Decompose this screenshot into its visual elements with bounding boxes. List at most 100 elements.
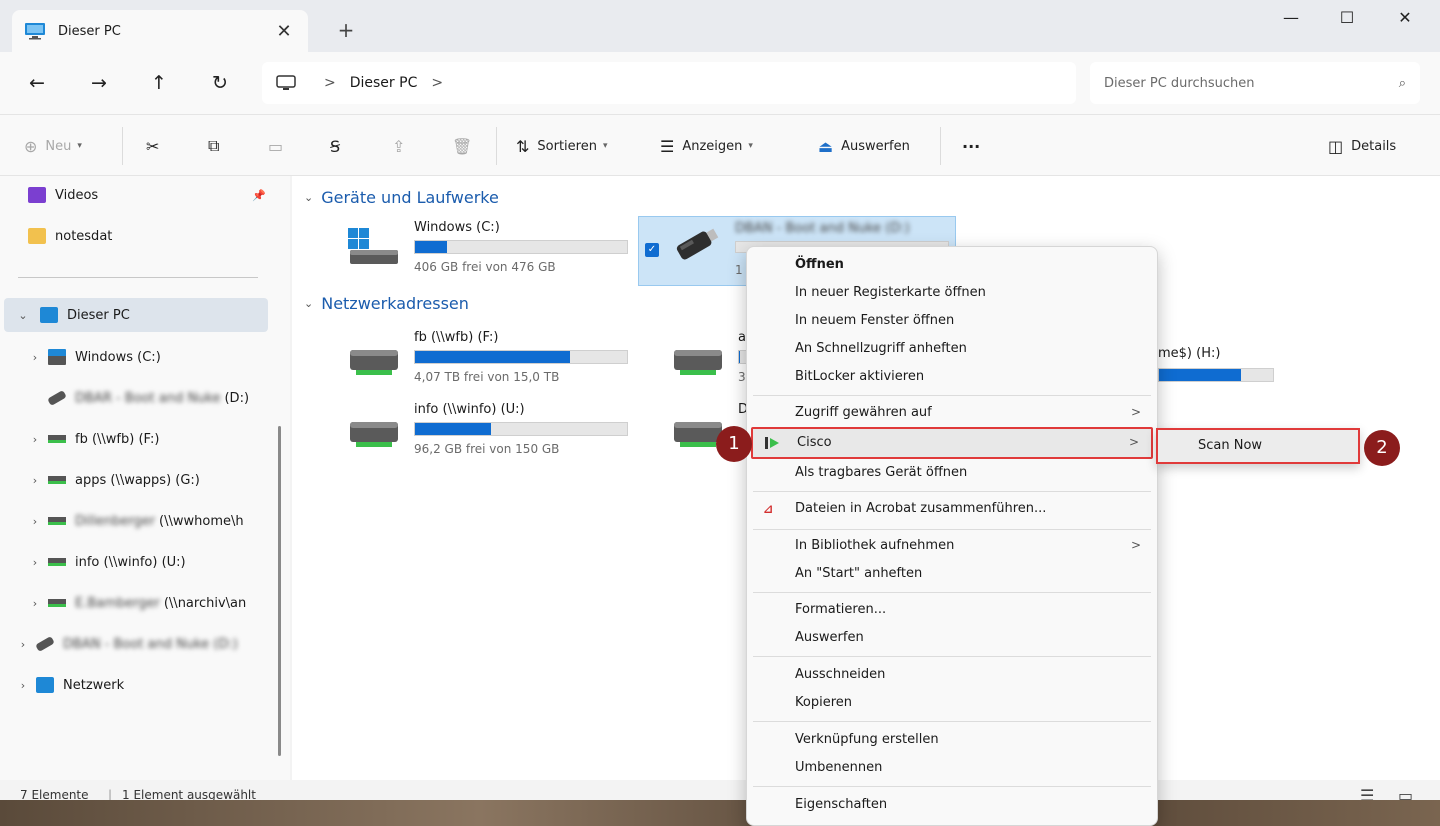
chevron-right-icon[interactable]: › bbox=[28, 351, 42, 364]
chevron-right-icon[interactable]: › bbox=[28, 474, 42, 487]
drive-home-h[interactable]: me$) (H:) bbox=[1158, 346, 1288, 408]
menu-item-open[interactable]: Öffnen bbox=[751, 251, 1153, 279]
menu-item-scan-now[interactable]: Scan Now bbox=[1198, 438, 1262, 453]
drive-name: info (\\winfo) (U:) bbox=[414, 402, 525, 417]
sidebar-item-usb-d[interactable]: DBAR - Boot and Nuke (D:) bbox=[42, 381, 249, 415]
sort-button[interactable]: ⇅ Sortieren ▾ bbox=[516, 133, 608, 159]
menu-separator bbox=[753, 395, 1151, 396]
menu-item-pin-start[interactable]: An "Start" anheften bbox=[751, 560, 1153, 588]
chevron-right-icon[interactable]: › bbox=[28, 556, 42, 569]
address-row: ← → ↑ ↻ > Dieser PC > ⌕ bbox=[0, 52, 1440, 114]
sidebar-item-videos[interactable]: Videos bbox=[22, 178, 98, 212]
new-button[interactable]: ⊕ Neu ▾ bbox=[24, 133, 82, 159]
menu-item-properties[interactable]: Eigenschaften bbox=[751, 791, 1153, 819]
menu-item-label: Als tragbares Gerät öffnen bbox=[795, 465, 968, 480]
menu-item-give-access[interactable]: Zugriff gewähren auf > bbox=[751, 399, 1153, 427]
menu-item-copy[interactable]: Kopieren bbox=[751, 689, 1153, 717]
sidebar-item-label: apps (\\wapps) (G:) bbox=[75, 472, 200, 488]
tab-dieser-pc[interactable]: Dieser PC ✕ bbox=[12, 10, 308, 52]
menu-item-acrobat-merge[interactable]: ⊿ Dateien in Acrobat zusammenführen... bbox=[751, 495, 1153, 523]
menu-item-bitlocker[interactable]: BitLocker aktivieren bbox=[751, 363, 1153, 391]
menu-item-open-new-tab[interactable]: In neuer Registerkarte öffnen bbox=[751, 279, 1153, 307]
new-tab-button[interactable]: + bbox=[334, 18, 358, 42]
chevron-down-icon: ⌄ bbox=[304, 191, 314, 204]
forward-button[interactable]: → bbox=[84, 68, 114, 98]
menu-item-eject[interactable]: Auswerfen bbox=[751, 624, 1153, 652]
chevron-right-icon[interactable]: › bbox=[28, 597, 42, 610]
maximize-button[interactable]: ☐ bbox=[1324, 8, 1370, 34]
close-window-button[interactable]: ✕ bbox=[1382, 8, 1428, 34]
chevron-right-icon[interactable]: › bbox=[28, 515, 42, 528]
share-button[interactable]: ⇪ bbox=[392, 133, 413, 159]
chevron-right-icon[interactable]: › bbox=[28, 433, 42, 446]
search-input[interactable] bbox=[1104, 75, 1399, 91]
chevron-down-icon[interactable]: ⌄ bbox=[16, 309, 30, 322]
address-bar[interactable]: > Dieser PC > bbox=[262, 62, 1076, 104]
sidebar-item-label: info (\\winfo) (U:) bbox=[75, 554, 186, 570]
sidebar-item-windows-c[interactable]: › Windows (C:) bbox=[28, 340, 161, 374]
chevron-right-icon[interactable]: › bbox=[16, 679, 30, 692]
menu-item-format[interactable]: Formatieren... bbox=[751, 596, 1153, 624]
eject-button[interactable]: ⏏ Auswerfen bbox=[818, 133, 910, 159]
drive-usage-fill bbox=[415, 241, 447, 253]
sidebar-item-suffix: (\\wwhome\h bbox=[159, 513, 244, 529]
annotation-badge-1: 1 bbox=[716, 426, 752, 462]
drive-fb-f[interactable]: fb (\\wfb) (F:) 4,07 TB frei von 15,0 TB bbox=[336, 326, 636, 388]
copy-button[interactable]: ⧉ bbox=[208, 133, 227, 159]
file-explorer-window: Dieser PC ✕ + — ☐ ✕ ← → ↑ ↻ > Dieser PC … bbox=[0, 0, 1440, 812]
sidebar-item-fb-f[interactable]: › fb (\\wfb) (F:) bbox=[28, 422, 160, 456]
sidebar-item-home-h[interactable]: › Dillenberger (\\wwhome\h bbox=[28, 504, 244, 538]
sidebar-item-usb-d-root[interactable]: › DBAN - Boot and Nuke (D:) bbox=[16, 627, 238, 661]
menu-item-add-library[interactable]: In Bibliothek aufnehmen > bbox=[751, 532, 1153, 560]
group-network-header[interactable]: ⌄ Netzwerkadressen bbox=[304, 294, 469, 313]
menu-item-cut[interactable]: Ausschneiden bbox=[751, 661, 1153, 689]
drive-usage-bar bbox=[414, 350, 628, 364]
copy-icon: ⧉ bbox=[208, 136, 220, 155]
paste-button[interactable]: ▭ bbox=[268, 133, 291, 159]
title-bar: Dieser PC ✕ + — ☐ ✕ bbox=[0, 0, 1440, 52]
rename-button[interactable]: Ꞩ bbox=[330, 133, 348, 159]
monitor-icon bbox=[276, 75, 296, 90]
drive-apps-g[interactable]: a 3 bbox=[660, 326, 758, 388]
more-options-button[interactable]: ··· bbox=[962, 133, 980, 159]
sidebar-item-apps-g[interactable]: › apps (\\wapps) (G:) bbox=[28, 463, 200, 497]
sidebar-scrollbar[interactable] bbox=[278, 426, 281, 756]
menu-item-cisco[interactable]: Cisco > bbox=[751, 427, 1153, 459]
sidebar-item-netzwerk[interactable]: › Netzwerk bbox=[16, 668, 124, 702]
sidebar-item-archiv[interactable]: › E.Bamberger (\\narchiv\an bbox=[28, 586, 246, 620]
minimize-button[interactable]: — bbox=[1268, 8, 1314, 34]
eject-label: Auswerfen bbox=[841, 138, 910, 154]
tab-close-icon[interactable]: ✕ bbox=[272, 21, 296, 42]
group-devices-header[interactable]: ⌄ Geräte und Laufwerke bbox=[304, 188, 499, 207]
menu-item-pin-quick-access[interactable]: An Schnellzugriff anheften bbox=[751, 335, 1153, 363]
toolbar-divider bbox=[122, 127, 123, 165]
view-button[interactable]: ☰ Anzeigen ▾ bbox=[660, 133, 753, 159]
delete-button[interactable]: 🗑 bbox=[452, 133, 480, 159]
checkbox-checked-icon[interactable]: ✓ bbox=[645, 243, 659, 257]
drive-info-u[interactable]: info (\\winfo) (U:) 96,2 GB frei von 150… bbox=[336, 398, 636, 460]
details-pane-icon: ◫ bbox=[1328, 136, 1344, 156]
sidebar-item-label: Windows (C:) bbox=[75, 349, 161, 365]
drive-windows-c[interactable]: Windows (C:) 406 GB frei von 476 GB bbox=[336, 216, 636, 278]
sidebar-item-label: Videos bbox=[55, 187, 99, 203]
chevron-right-icon[interactable]: › bbox=[16, 638, 30, 651]
sidebar-item-notesdat[interactable]: notesdat bbox=[22, 219, 112, 253]
pin-icon[interactable]: 📌 bbox=[252, 189, 266, 202]
sidebar-item-dieser-pc[interactable]: ⌄ Dieser PC bbox=[4, 298, 268, 332]
sidebar-item-info-u[interactable]: › info (\\winfo) (U:) bbox=[28, 545, 186, 579]
breadcrumb-separator[interactable]: > bbox=[324, 75, 336, 91]
refresh-button[interactable]: ↻ bbox=[205, 68, 235, 98]
breadcrumb-separator[interactable]: > bbox=[431, 75, 443, 91]
sidebar-item-label: notesdat bbox=[55, 228, 113, 244]
menu-item-create-shortcut[interactable]: Verknüpfung erstellen bbox=[751, 726, 1153, 754]
back-button[interactable]: ← bbox=[22, 68, 52, 98]
details-button[interactable]: ◫ Details bbox=[1328, 133, 1396, 159]
search-box[interactable]: ⌕ bbox=[1090, 62, 1420, 104]
breadcrumb-dieser-pc[interactable]: Dieser PC bbox=[350, 75, 418, 91]
cut-button[interactable]: ✂ bbox=[146, 133, 167, 159]
menu-item-rename[interactable]: Umbenennen bbox=[751, 754, 1153, 782]
up-button[interactable]: ↑ bbox=[144, 68, 174, 98]
menu-item-open-portable[interactable]: Als tragbares Gerät öffnen bbox=[751, 459, 1153, 487]
network-drive-icon bbox=[48, 517, 66, 525]
menu-item-open-new-window[interactable]: In neuem Fenster öffnen bbox=[751, 307, 1153, 335]
